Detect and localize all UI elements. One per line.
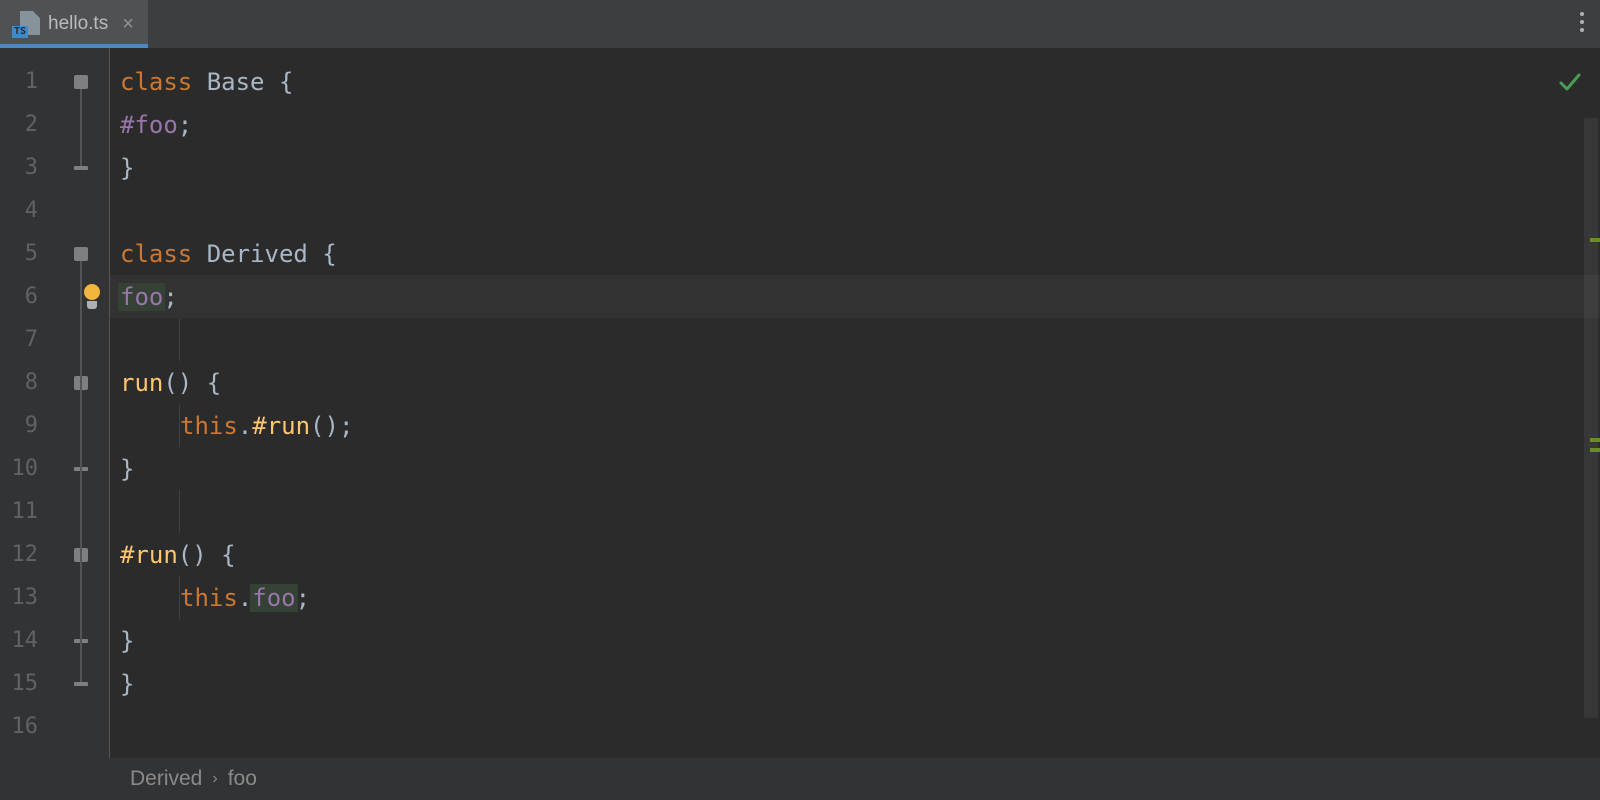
line-number[interactable]: 9 bbox=[0, 404, 52, 447]
code-content[interactable]: class Base { #foo;}class Derived { foo; … bbox=[110, 48, 1600, 758]
line-number[interactable]: 3 bbox=[0, 146, 52, 189]
breadcrumb-bar: Derived › foo bbox=[0, 758, 1600, 800]
typescript-file-icon: TS bbox=[14, 11, 40, 37]
scrollbar[interactable] bbox=[1582, 48, 1600, 758]
token-punct: ; bbox=[178, 111, 192, 139]
token-punct: (); bbox=[310, 412, 353, 440]
token-private: #foo bbox=[120, 111, 178, 139]
fold-guide-line bbox=[80, 89, 82, 166]
token-method: run bbox=[120, 369, 163, 397]
code-line[interactable]: } bbox=[110, 447, 1600, 490]
token-method: #run bbox=[252, 412, 310, 440]
token-this: this bbox=[180, 584, 238, 612]
token-prop: foo bbox=[118, 283, 165, 311]
tab-filename: hello.ts bbox=[48, 13, 108, 35]
token-classname: Derived bbox=[207, 240, 323, 268]
code-line[interactable]: class Derived { bbox=[110, 232, 1600, 275]
token-punct: { bbox=[279, 68, 293, 96]
tab-bar: TS hello.ts × bbox=[0, 0, 1600, 48]
editor-area[interactable]: 12345678910111213141516 class Base { #fo… bbox=[0, 48, 1600, 758]
line-number[interactable]: 5 bbox=[0, 232, 52, 275]
token-keyword: class bbox=[120, 240, 207, 268]
line-number[interactable]: 15 bbox=[0, 662, 52, 705]
token-punct: () { bbox=[178, 541, 236, 569]
token-punct: } bbox=[120, 455, 134, 483]
breadcrumb-member[interactable]: foo bbox=[228, 767, 257, 791]
token-keyword: class bbox=[120, 68, 207, 96]
line-number[interactable]: 13 bbox=[0, 576, 52, 619]
fold-gutter[interactable] bbox=[52, 48, 110, 758]
token-punct: } bbox=[120, 154, 134, 182]
code-line[interactable]: run() { bbox=[110, 361, 1600, 404]
token-method: #run bbox=[120, 541, 178, 569]
line-number[interactable]: 4 bbox=[0, 189, 52, 232]
token-punct: ; bbox=[296, 584, 310, 612]
code-line[interactable]: this.#run(); bbox=[110, 404, 1600, 447]
line-number[interactable]: 14 bbox=[0, 619, 52, 662]
fold-toggle-icon[interactable] bbox=[74, 247, 88, 261]
line-number[interactable]: 1 bbox=[0, 60, 52, 103]
breadcrumb-class[interactable]: Derived bbox=[130, 767, 202, 791]
code-line[interactable]: foo; bbox=[110, 275, 1600, 318]
fold-guide-line bbox=[80, 390, 82, 467]
inspection-status-icon[interactable] bbox=[1558, 70, 1582, 98]
code-line[interactable]: } bbox=[110, 146, 1600, 189]
line-number[interactable]: 12 bbox=[0, 533, 52, 576]
code-line[interactable]: this.foo; bbox=[110, 576, 1600, 619]
token-this: this bbox=[180, 412, 238, 440]
code-line[interactable] bbox=[110, 318, 1600, 361]
close-icon[interactable]: × bbox=[122, 14, 134, 34]
line-number[interactable]: 16 bbox=[0, 705, 52, 748]
code-line[interactable] bbox=[110, 705, 1600, 748]
line-number[interactable]: 2 bbox=[0, 103, 52, 146]
line-number[interactable]: 6 bbox=[0, 275, 52, 318]
error-stripe-marker[interactable] bbox=[1590, 238, 1600, 242]
intention-bulb-icon[interactable] bbox=[82, 287, 102, 307]
error-stripe-marker[interactable] bbox=[1590, 438, 1600, 442]
token-punct: } bbox=[120, 670, 134, 698]
fold-end-icon bbox=[74, 682, 88, 686]
line-number[interactable]: 8 bbox=[0, 361, 52, 404]
token-punct: () { bbox=[163, 369, 221, 397]
token-punct: ; bbox=[163, 283, 177, 311]
error-stripe-marker[interactable] bbox=[1590, 448, 1600, 452]
code-line[interactable]: #foo; bbox=[110, 103, 1600, 146]
line-number[interactable]: 11 bbox=[0, 490, 52, 533]
token-punct: } bbox=[120, 627, 134, 655]
token-prop: foo bbox=[250, 584, 297, 612]
chevron-right-icon: › bbox=[212, 770, 217, 788]
code-line[interactable]: class Base { bbox=[110, 60, 1600, 103]
fold-guide-line bbox=[80, 562, 82, 639]
token-punct: { bbox=[322, 240, 336, 268]
code-line[interactable]: #run() { bbox=[110, 533, 1600, 576]
line-number[interactable]: 10 bbox=[0, 447, 52, 490]
line-number[interactable]: 7 bbox=[0, 318, 52, 361]
file-tab[interactable]: TS hello.ts × bbox=[0, 0, 148, 48]
code-line[interactable]: } bbox=[110, 619, 1600, 662]
more-options-icon[interactable] bbox=[1580, 12, 1584, 32]
token-classname: Base bbox=[207, 68, 279, 96]
fold-end-icon bbox=[74, 166, 88, 170]
token-punct: . bbox=[238, 412, 252, 440]
fold-toggle-icon[interactable] bbox=[74, 75, 88, 89]
scrollbar-thumb[interactable] bbox=[1584, 118, 1598, 718]
code-line[interactable]: } bbox=[110, 662, 1600, 705]
code-line[interactable] bbox=[110, 490, 1600, 533]
code-line[interactable] bbox=[110, 189, 1600, 232]
line-number-gutter[interactable]: 12345678910111213141516 bbox=[0, 48, 52, 758]
